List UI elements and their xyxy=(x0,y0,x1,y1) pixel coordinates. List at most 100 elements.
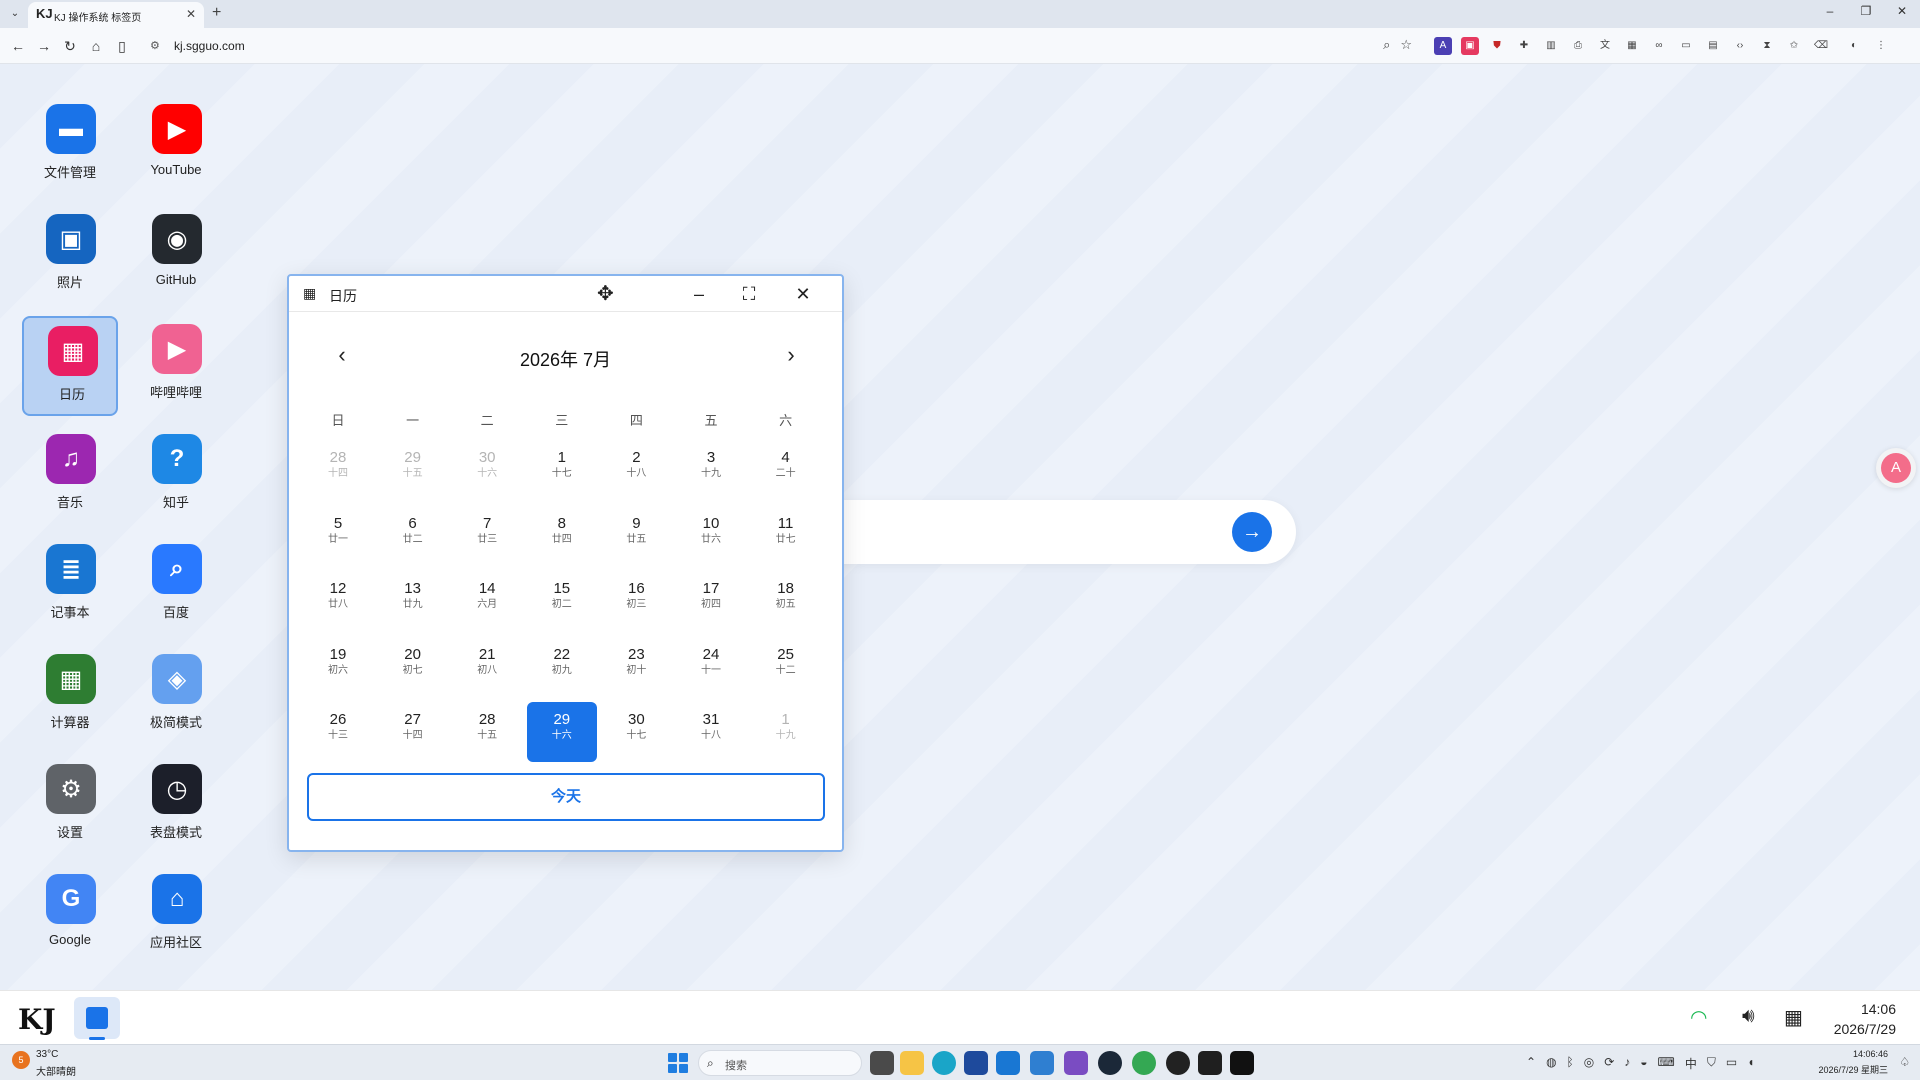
calendar-day-selected[interactable]: 29 十六 xyxy=(526,702,597,762)
app-tile-search[interactable]: ⌕ 百度 xyxy=(128,536,224,636)
app-tile-github[interactable]: ◉ GitHub xyxy=(128,206,224,306)
table-icon[interactable]: ▤ xyxy=(1704,37,1722,55)
home-icon[interactable]: ⌂ xyxy=(86,36,106,56)
calendar-day[interactable]: 29 十五 xyxy=(378,440,448,500)
calendar-day[interactable]: 8 廿四 xyxy=(527,506,597,566)
calendar-day[interactable]: 7 廿三 xyxy=(452,506,522,566)
taskbar-search-field[interactable]: ⌕ 搜索 xyxy=(698,1050,862,1076)
kj-logo-button[interactable]: KJ xyxy=(18,1003,56,1036)
bluetooth-icon[interactable]: ᛒ xyxy=(1567,1055,1574,1072)
link-icon[interactable]: ∞ xyxy=(1650,37,1668,55)
capcut-icon[interactable] xyxy=(1230,1051,1254,1075)
reader-view-icon[interactable]: ▯ xyxy=(112,36,132,56)
reload-icon[interactable]: ↻ xyxy=(60,36,80,56)
dock-calendar-button[interactable] xyxy=(74,997,120,1039)
floating-translate-button[interactable]: A xyxy=(1876,448,1916,488)
app-tile-bilibili[interactable]: ▶ 哔哩哔哩 xyxy=(128,316,224,416)
history-icon[interactable]: ⧗ xyxy=(1758,37,1776,55)
tray-display-icon[interactable]: ▭ xyxy=(1726,1055,1737,1072)
calendar-day[interactable]: 13 廿九 xyxy=(378,571,448,631)
cast-icon[interactable]: ▭ xyxy=(1677,37,1695,55)
store-icon[interactable] xyxy=(964,1051,988,1075)
task-view-icon[interactable] xyxy=(870,1051,894,1075)
volume-icon[interactable]: 🔊︎ xyxy=(1742,1005,1755,1028)
app-tile-zhihu[interactable]: ? 知乎 xyxy=(128,426,224,526)
calendar-day[interactable]: 22 初九 xyxy=(527,637,597,697)
file-explorer-icon[interactable] xyxy=(900,1051,924,1075)
calendar-day[interactable]: 11 廿七 xyxy=(751,506,821,566)
calendar-close-button[interactable]: ✕ xyxy=(789,281,817,307)
tray-qq-icon[interactable]: ◍ xyxy=(1546,1055,1556,1072)
keyboard-icon[interactable]: ⌨ xyxy=(1658,1055,1675,1072)
close-window-button[interactable]: ✕ xyxy=(1884,0,1920,24)
zoom-icon[interactable]: ⌕ xyxy=(1383,37,1390,53)
calendar-day[interactable]: 3 十九 xyxy=(676,440,746,500)
grid-icon[interactable]: ▦ xyxy=(1784,1005,1803,1030)
calendar-day[interactable]: 4 二十 xyxy=(751,440,821,500)
forward-icon[interactable]: → xyxy=(34,36,54,56)
calendar-day[interactable]: 25 十二 xyxy=(751,637,821,697)
calendar-day[interactable]: 27 十四 xyxy=(378,702,448,762)
app-tile-google[interactable]: G Google xyxy=(22,866,118,966)
calendar-day[interactable]: 18 初五 xyxy=(751,571,821,631)
steam-icon[interactable] xyxy=(1098,1051,1122,1075)
calendar-day[interactable]: 19 初六 xyxy=(303,637,373,697)
remote-icon[interactable] xyxy=(1030,1051,1054,1075)
ime-icon[interactable]: 中 xyxy=(1685,1055,1697,1072)
split-view-icon[interactable]: ▥ xyxy=(1542,37,1560,55)
next-month-button[interactable]: › xyxy=(776,340,806,370)
calendar-maximize-button[interactable]: ⛶ xyxy=(735,281,763,307)
calendar-titlebar[interactable]: ▦ 日历 ✥ – ⛶ ✕ xyxy=(289,276,842,312)
shield-icon[interactable]: ⛊ xyxy=(1488,37,1506,55)
calendar-day[interactable]: 6 廿二 xyxy=(378,506,448,566)
code-icon[interactable]: ‹› xyxy=(1731,37,1749,55)
tab-list-button[interactable]: ⌄ xyxy=(6,5,24,23)
app-tile-calendar[interactable]: ▦ 日历 xyxy=(22,316,118,416)
chrome-icon[interactable] xyxy=(1132,1051,1156,1075)
tray-app-icon[interactable]: ◎ xyxy=(1584,1055,1594,1072)
tray-network-icon[interactable]: ◒ xyxy=(1640,1055,1647,1072)
calendar-day[interactable]: 20 初七 xyxy=(378,637,448,697)
url-text[interactable]: kj.sgguo.com xyxy=(174,39,245,53)
calendar-day[interactable]: 1 十九 xyxy=(751,702,821,762)
outlook-icon[interactable] xyxy=(996,1051,1020,1075)
calendar-day[interactable]: 31 十八 xyxy=(676,702,746,762)
edge-icon[interactable] xyxy=(932,1051,956,1075)
app-tile-cube[interactable]: ◈ 极简模式 xyxy=(128,646,224,746)
microphone-icon[interactable]: ♪ xyxy=(1624,1055,1630,1072)
calendar-day[interactable]: 28 十五 xyxy=(452,702,522,762)
calendar-day[interactable]: 24 十一 xyxy=(676,637,746,697)
calendar-day[interactable]: 28 十四 xyxy=(303,440,373,500)
url-field[interactable]: ⚙ kj.sgguo.com ⌕ ☆ xyxy=(146,34,1416,58)
search-bar[interactable]: → xyxy=(800,500,1296,564)
calendar-day[interactable]: 21 初八 xyxy=(452,637,522,697)
menu-icon[interactable]: ⋮ xyxy=(1872,37,1890,55)
calendar-day[interactable]: 17 初四 xyxy=(676,571,746,631)
app-tile-clock[interactable]: ◷ 表盘模式 xyxy=(128,756,224,856)
taskbar-date[interactable]: 2026/7/29 星期三 xyxy=(1818,1063,1888,1076)
app-tile-calculator[interactable]: ▦ 计算器 xyxy=(22,646,118,746)
calendar-day[interactable]: 10 廿六 xyxy=(676,506,746,566)
new-tab-button[interactable]: + xyxy=(212,4,221,22)
puzzle-icon[interactable]: ✚ xyxy=(1515,37,1533,55)
site-info-icon[interactable]: ⚙ xyxy=(150,39,160,52)
extension-a-icon[interactable]: A xyxy=(1434,37,1452,55)
notification-bell-icon[interactable]: ♤ xyxy=(1899,1055,1910,1069)
bookmark-star-icon[interactable]: ☆ xyxy=(1400,37,1412,53)
tray-shield-icon[interactable]: ⛉ xyxy=(1707,1055,1716,1072)
app-tile-photos[interactable]: ▣ 照片 xyxy=(22,206,118,306)
app-tile-folder[interactable]: ▬ 文件管理 xyxy=(22,96,118,196)
calendar-day[interactable]: 1 十七 xyxy=(527,440,597,500)
browser-icon[interactable] xyxy=(1166,1051,1190,1075)
favorites-icon[interactable]: ✩ xyxy=(1785,37,1803,55)
calendar-day[interactable]: 9 廿五 xyxy=(601,506,671,566)
calendar-day[interactable]: 30 十六 xyxy=(452,440,522,500)
wifi-icon[interactable]: ◠ xyxy=(1690,1005,1707,1030)
app-tile-store[interactable]: ⌂ 应用社区 xyxy=(128,866,224,966)
move-icon[interactable]: ✥ xyxy=(597,281,614,306)
calendar-minimize-button[interactable]: – xyxy=(685,281,713,307)
app-tile-notepad[interactable]: ≣ 记事本 xyxy=(22,536,118,636)
restore-window-button[interactable]: ❐ xyxy=(1848,0,1884,24)
app-tile-youtube[interactable]: ▶ YouTube xyxy=(128,96,224,196)
search-go-button[interactable]: → xyxy=(1232,512,1272,552)
